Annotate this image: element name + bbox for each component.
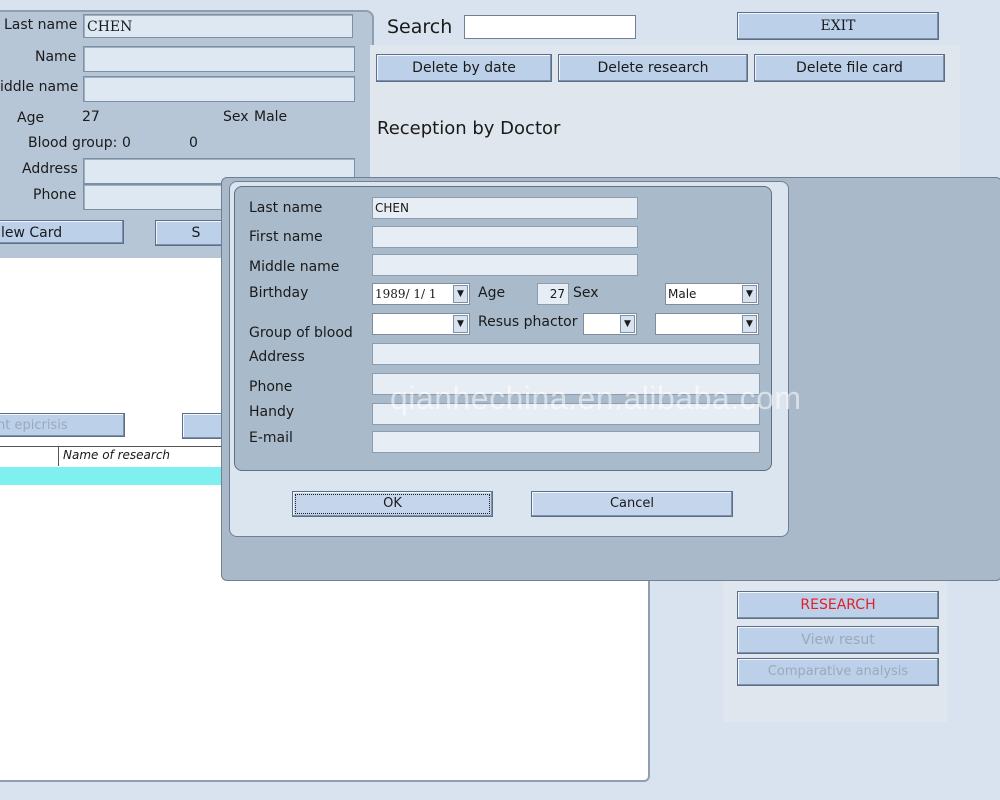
search-input[interactable]: [464, 15, 636, 39]
delete-research-button[interactable]: Delete research: [558, 54, 748, 82]
chevron-down-icon[interactable]: ▼: [453, 285, 468, 303]
name-field[interactable]: [83, 46, 355, 72]
middle-name-label: iddle name: [0, 79, 79, 95]
name-label: Name: [35, 49, 77, 65]
blood-group-rh-value: 0: [189, 135, 198, 151]
cancel-button[interactable]: Cancel: [531, 491, 733, 517]
dialog-age-label: Age: [478, 285, 506, 301]
middle-name-field[interactable]: [83, 76, 355, 102]
delete-file-card-button[interactable]: Delete file card: [754, 54, 945, 82]
last-name-field[interactable]: CHEN: [83, 14, 353, 38]
sex-select-value: Male: [668, 287, 697, 301]
chevron-down-icon[interactable]: ▼: [453, 315, 468, 333]
resus-type-select[interactable]: ▼: [655, 313, 759, 335]
dialog-resus-label: Resus phactor: [478, 314, 578, 330]
blood-group-label: Blood group:: [28, 135, 118, 151]
phone-label: Phone: [33, 187, 77, 203]
dialog-sex-label: Sex: [573, 285, 599, 301]
dialog-email-label: E-mail: [249, 430, 293, 446]
new-card-button[interactable]: lew Card: [0, 220, 124, 244]
view-result-button[interactable]: View resut: [737, 626, 939, 654]
chevron-down-icon[interactable]: ▼: [742, 315, 757, 333]
dialog-address-input[interactable]: [372, 343, 760, 365]
age-value: 27: [82, 109, 100, 125]
sex-label: Sex: [223, 109, 249, 125]
chevron-down-icon[interactable]: ▼: [620, 315, 635, 333]
sex-value: Male: [254, 109, 288, 125]
age-label: Age: [17, 110, 45, 126]
address-label: Address: [22, 161, 78, 177]
dialog-phone-label: Phone: [249, 379, 293, 395]
column-name-of-research[interactable]: Name of research: [63, 448, 170, 462]
dialog-last-name-input[interactable]: CHEN: [372, 197, 638, 219]
comparative-analysis-button[interactable]: Comparative analysis: [737, 658, 939, 686]
dialog-last-name-label: Last name: [249, 200, 323, 216]
dialog-email-input[interactable]: [372, 431, 760, 453]
reception-title: Reception by Doctor: [377, 118, 561, 139]
header-column-divider: [58, 446, 59, 466]
dialog-middle-name-label: Middle name: [249, 259, 340, 275]
chevron-down-icon[interactable]: ▼: [742, 285, 757, 303]
delete-by-date-button[interactable]: Delete by date: [376, 54, 552, 82]
dialog-group-of-blood-label: Group of blood: [249, 325, 353, 341]
search-label: Search: [387, 16, 453, 38]
dialog-first-name-label: First name: [249, 229, 323, 245]
birthday-picker[interactable]: 1989/ 1/ 1 ▼: [372, 283, 470, 305]
last-name-label: Last name: [4, 17, 78, 33]
resus-select[interactable]: ▼: [583, 313, 637, 335]
dialog-first-name-input[interactable]: [372, 226, 638, 248]
dialog-birthday-label: Birthday: [249, 285, 309, 301]
exit-button[interactable]: EXIT: [737, 12, 939, 40]
dialog-phone-input[interactable]: [372, 373, 760, 395]
ok-button[interactable]: OK: [292, 491, 493, 517]
research-button[interactable]: RESEARCH: [737, 591, 939, 619]
dialog-handy-label: Handy: [249, 404, 295, 420]
blood-group-value: 0: [122, 135, 131, 151]
sex-select[interactable]: Male ▼: [665, 283, 759, 305]
dialog-middle-name-input[interactable]: [372, 254, 638, 276]
dialog-address-label: Address: [249, 349, 305, 365]
dialog-age-input[interactable]: 27: [537, 283, 569, 305]
blood-group-select[interactable]: ▼: [372, 313, 470, 335]
dialog-handy-input[interactable]: [372, 403, 760, 425]
table-row-selected[interactable]: [0, 467, 232, 485]
epicrisis-button[interactable]: nt epicrisis: [0, 413, 125, 437]
birthday-value: 1989/ 1/ 1: [375, 287, 437, 301]
